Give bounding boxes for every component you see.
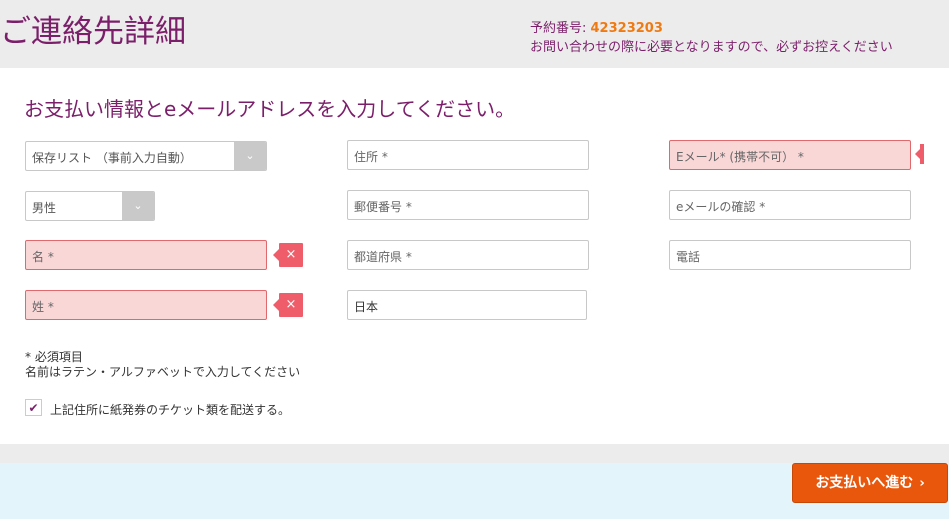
proceed-label: お支払いへ進む bbox=[815, 475, 914, 491]
email-confirm-input[interactable]: eメールの確認 * bbox=[669, 190, 911, 220]
last-name-input[interactable]: 姓 * bbox=[25, 290, 267, 320]
prefecture-input[interactable]: 都道府県 * bbox=[347, 240, 589, 270]
ship-tickets-label: 上記住所に紙発券のチケット類を配送する。 bbox=[50, 403, 291, 417]
booking-number: 42323203 bbox=[590, 21, 663, 36]
first-name-input[interactable]: 名 * bbox=[25, 240, 267, 270]
latin-note: 名前はラテン・アルファベットで入力してください bbox=[25, 365, 301, 379]
booking-info: 予約番号: 42323203 お問い合わせの際に必要となりますので、必ずお控えく… bbox=[530, 19, 893, 57]
chevron-right-icon: › bbox=[919, 476, 925, 491]
email-input[interactable]: Eメール* (携帯不可） * bbox=[669, 140, 911, 170]
chevron-down-icon: ⌄ bbox=[122, 192, 154, 220]
booking-note: お問い合わせの際に必要となりますので、必ずお控えください bbox=[530, 40, 893, 55]
gender-select[interactable]: 男性 ⌄ bbox=[25, 191, 155, 221]
chevron-down-icon: ⌄ bbox=[234, 142, 266, 170]
clear-first-name-button[interactable]: × bbox=[273, 243, 303, 267]
booking-number-label: 予約番号: bbox=[530, 21, 591, 36]
close-icon: × bbox=[285, 297, 297, 312]
proceed-to-payment-button[interactable]: お支払いへ進む › bbox=[792, 463, 948, 503]
required-note: * 必須項目 bbox=[25, 350, 83, 364]
saved-list-value: 保存リスト （事前入力自動） bbox=[32, 151, 192, 165]
ship-tickets-checkbox[interactable]: ✔ bbox=[25, 399, 42, 416]
form-title: お支払い情報とeメールアドレスを入力してください。 bbox=[24, 97, 516, 121]
clear-last-name-button[interactable]: × bbox=[273, 293, 303, 317]
contact-form-card: お支払い情報とeメールアドレスを入力してください。 保存リスト （事前入力自動）… bbox=[0, 68, 949, 444]
phone-input[interactable]: 電話 bbox=[669, 240, 911, 270]
page-title: ご連絡先詳細 bbox=[0, 14, 186, 50]
postal-code-input[interactable]: 郵便番号 * bbox=[347, 190, 589, 220]
page-header: ご連絡先詳細 予約番号: 42323203 お問い合わせの際に必要となりますので… bbox=[0, 0, 949, 68]
saved-list-select[interactable]: 保存リスト （事前入力自動） ⌄ bbox=[25, 141, 267, 171]
email-error-indicator bbox=[915, 144, 924, 164]
gender-value: 男性 bbox=[32, 201, 57, 215]
check-icon: ✔ bbox=[28, 401, 39, 415]
form-notes: * 必須項目 名前はラテン・アルファベットで入力してください bbox=[25, 350, 300, 380]
address-input[interactable]: 住所 * bbox=[347, 140, 589, 170]
close-icon: × bbox=[285, 247, 297, 262]
country-input[interactable]: 日本 bbox=[347, 290, 587, 320]
